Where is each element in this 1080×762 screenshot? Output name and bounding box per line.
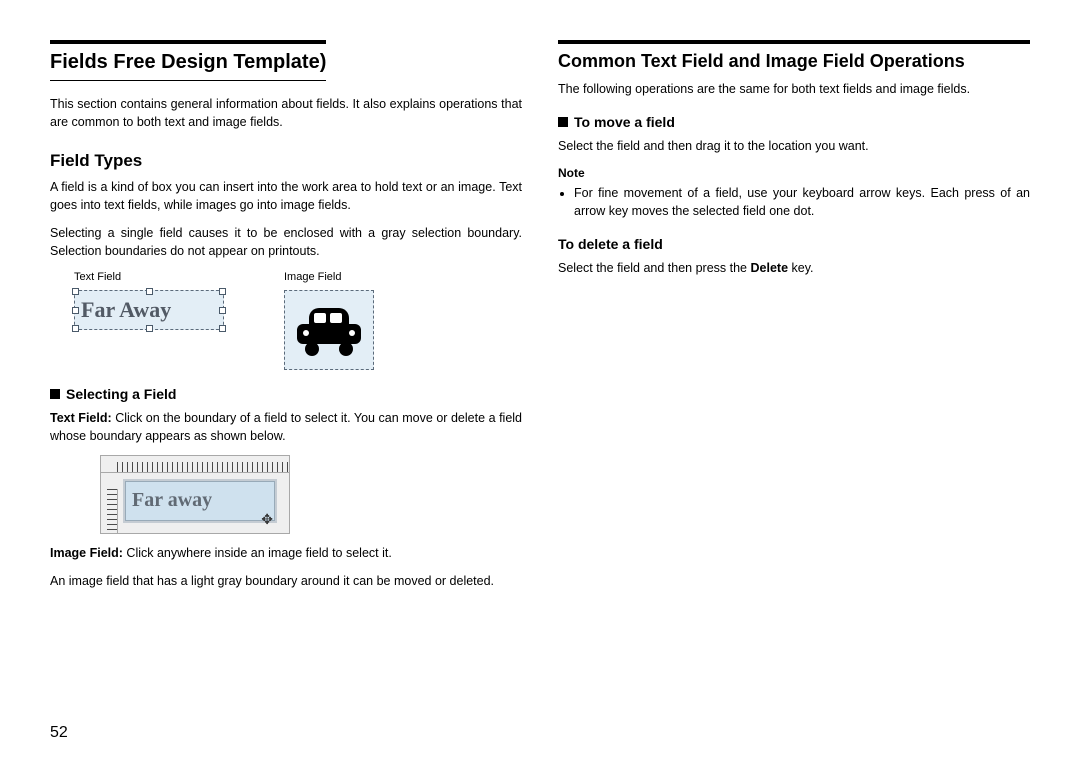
car-icon: [297, 308, 361, 352]
common-ops-title: Common Text Field and Image Field Operat…: [558, 48, 1030, 74]
image-field-bold-label: Image Field:: [50, 546, 123, 560]
top-rule: [558, 40, 1030, 44]
horizontal-ruler-icon: [101, 456, 289, 473]
text-field-instruction: Click on the boundary of a field to sele…: [50, 411, 522, 443]
to-move-a-field-heading: To move a field: [558, 112, 1030, 132]
to-delete-a-field-label: To delete a field: [558, 236, 663, 252]
field-types-p1: A field is a kind of box you can insert …: [50, 178, 522, 214]
note-list: For fine movement of a field, use your k…: [558, 184, 1030, 220]
selected-text-field-text: Far away: [132, 486, 212, 515]
selecting-a-field-heading: Selecting a Field: [50, 384, 522, 404]
field-types-p2: Selecting a single field causes it to be…: [50, 224, 522, 260]
left-column: Fields Free Design Template) This sectio…: [50, 40, 522, 714]
image-field-sample-box: [284, 290, 374, 370]
delete-instruction-post: key.: [788, 261, 813, 275]
to-move-a-field-label: To move a field: [574, 114, 675, 130]
common-ops-intro: The following operations are the same fo…: [558, 80, 1030, 98]
square-bullet-icon: [558, 117, 568, 127]
text-field-sample-box: Far Away: [74, 290, 224, 330]
right-column: Common Text Field and Image Field Operat…: [558, 40, 1030, 714]
selected-text-field-sample: Far away: [125, 481, 275, 521]
square-bullet-icon: [50, 389, 60, 399]
image-field-figure: Image Field: [284, 270, 374, 370]
field-types-heading: Field Types: [50, 149, 522, 174]
selecting-text-field-paragraph: Text Field: Click on the boundary of a f…: [50, 409, 522, 445]
figure-row: Text Field Far Away Image Field: [74, 270, 522, 370]
delete-instruction-pre: Select the field and then press the: [558, 261, 751, 275]
text-field-figure: Text Field Far Away: [74, 270, 224, 370]
move-cursor-icon: ✥: [261, 509, 273, 529]
image-field-boundary-note: An image field that has a light gray bou…: [50, 572, 522, 590]
delete-key-label: Delete: [751, 261, 789, 275]
to-delete-a-field-heading: To delete a field: [558, 234, 1030, 254]
intro-paragraph: This section contains general informatio…: [50, 95, 522, 131]
image-field-instruction: Click anywhere inside an image field to …: [123, 546, 392, 560]
text-field-sample-text: Far Away: [81, 294, 171, 326]
section-title: Fields Free Design Template): [50, 40, 326, 81]
text-field-caption: Text Field: [74, 270, 121, 286]
to-delete-a-field-paragraph: Select the field and then press the Dele…: [558, 259, 1030, 277]
to-move-a-field-paragraph: Select the field and then drag it to the…: [558, 137, 1030, 155]
page-number: 52: [50, 714, 1030, 742]
selecting-image-field-paragraph: Image Field: Click anywhere inside an im…: [50, 544, 522, 562]
image-field-caption: Image Field: [284, 270, 341, 286]
note-item: For fine movement of a field, use your k…: [574, 184, 1030, 220]
manual-page: Fields Free Design Template) This sectio…: [0, 0, 1080, 762]
vertical-ruler-icon: [101, 489, 118, 533]
two-column-layout: Fields Free Design Template) This sectio…: [50, 40, 1030, 714]
selecting-a-field-label: Selecting a Field: [66, 386, 176, 402]
note-heading: Note: [558, 165, 1030, 182]
ruler-figure: Far away ✥: [100, 455, 290, 534]
text-field-bold-label: Text Field:: [50, 411, 112, 425]
